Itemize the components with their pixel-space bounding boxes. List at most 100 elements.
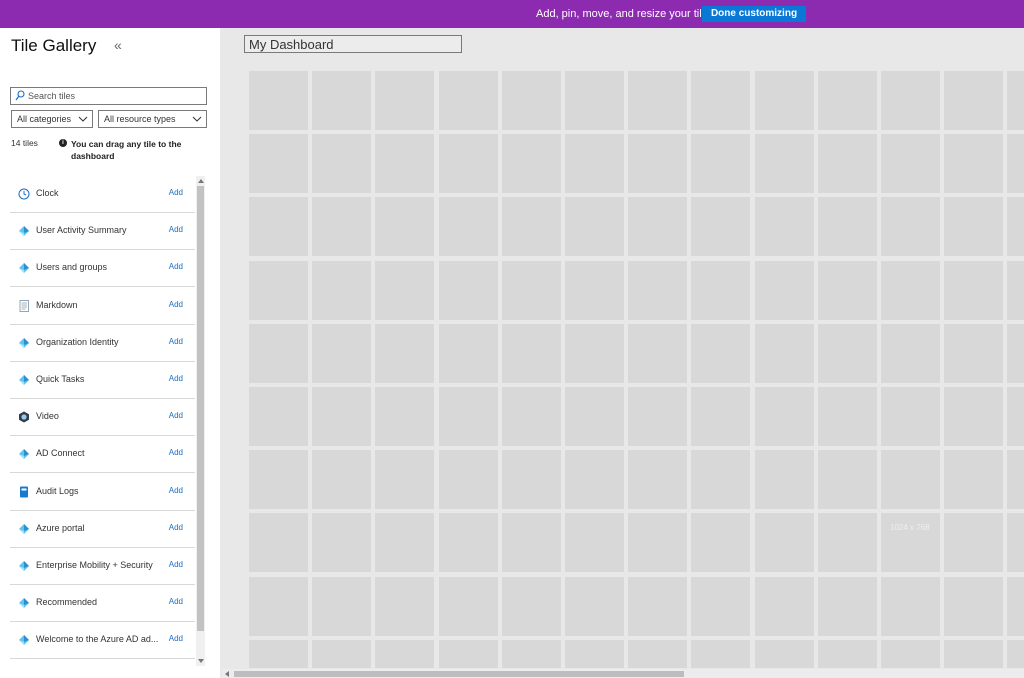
- grid-cell[interactable]: [944, 576, 1004, 636]
- grid-cell[interactable]: [438, 71, 498, 130]
- grid-cell[interactable]: [312, 71, 372, 130]
- grid-cell[interactable]: [881, 639, 940, 668]
- grid-cell[interactable]: [438, 450, 498, 510]
- grid-cell[interactable]: [691, 260, 751, 320]
- grid-cell[interactable]: [501, 260, 561, 320]
- grid-cell[interactable]: [817, 576, 877, 636]
- grid-cell[interactable]: [501, 387, 561, 446]
- scrollbar-thumb[interactable]: [197, 186, 204, 631]
- grid-cell[interactable]: [628, 576, 688, 636]
- grid-cell[interactable]: [249, 639, 308, 668]
- grid-cell[interactable]: [565, 639, 624, 668]
- list-item[interactable]: Video Add: [10, 399, 195, 437]
- grid-cell[interactable]: [944, 134, 1004, 194]
- grid-cell[interactable]: [881, 197, 940, 257]
- grid-cell[interactable]: [944, 323, 1004, 383]
- grid-cell[interactable]: [375, 576, 435, 636]
- grid-cell[interactable]: [565, 260, 624, 320]
- grid-cell[interactable]: [375, 513, 435, 573]
- grid-cell[interactable]: [1007, 576, 1024, 636]
- add-tile-link[interactable]: Add: [169, 560, 183, 569]
- grid-cell[interactable]: [375, 639, 435, 668]
- category-dropdown[interactable]: All categories: [11, 110, 93, 128]
- list-item[interactable]: Users and groups Add: [10, 250, 195, 288]
- list-item[interactable]: Welcome to the Azure AD ad... Add: [10, 622, 195, 660]
- grid-cell[interactable]: [565, 134, 624, 194]
- grid-cell[interactable]: [691, 387, 751, 446]
- list-item[interactable]: Markdown Add: [10, 288, 195, 325]
- list-item[interactable]: Clock Add: [10, 176, 195, 213]
- grid-cell[interactable]: [565, 576, 624, 636]
- grid-cell[interactable]: [754, 639, 814, 668]
- grid-cell[interactable]: [249, 71, 308, 130]
- grid-cell[interactable]: [754, 71, 814, 130]
- grid-cell[interactable]: [754, 576, 814, 636]
- grid-cell[interactable]: [881, 260, 940, 320]
- grid-cell[interactable]: [881, 323, 940, 383]
- grid-cell[interactable]: [565, 323, 624, 383]
- grid-cell[interactable]: [312, 639, 372, 668]
- grid-cell[interactable]: [628, 197, 688, 257]
- grid-cell[interactable]: [438, 134, 498, 194]
- list-item[interactable]: Recommended Add: [10, 585, 195, 623]
- dashboard-horizontal-scrollbar[interactable]: [222, 669, 1024, 678]
- grid-cell[interactable]: [438, 260, 498, 320]
- scroll-up-icon[interactable]: [198, 179, 204, 183]
- grid-cell[interactable]: [565, 197, 624, 257]
- grid-cell[interactable]: [628, 71, 688, 130]
- grid-cell[interactable]: [817, 71, 877, 130]
- grid-cell[interactable]: [312, 134, 372, 194]
- grid-cell[interactable]: [628, 639, 688, 668]
- grid-cell[interactable]: [501, 134, 561, 194]
- grid-cell[interactable]: [817, 323, 877, 383]
- collapse-icon[interactable]: «: [114, 36, 122, 54]
- grid-cell[interactable]: [1007, 639, 1024, 668]
- grid-cell[interactable]: [1007, 134, 1024, 194]
- grid-cell[interactable]: [817, 260, 877, 320]
- grid-cell[interactable]: [312, 323, 372, 383]
- grid-cell[interactable]: [628, 134, 688, 194]
- grid-cell[interactable]: [817, 450, 877, 510]
- grid-cell[interactable]: [691, 197, 751, 257]
- grid-cell[interactable]: [691, 134, 751, 194]
- add-tile-link[interactable]: Add: [169, 374, 183, 383]
- grid-cell[interactable]: [1007, 450, 1024, 510]
- grid-cell[interactable]: [375, 260, 435, 320]
- grid-cell[interactable]: [501, 513, 561, 573]
- list-item[interactable]: Enterprise Mobility + Security Add: [10, 548, 195, 585]
- horizontal-scrollbar-thumb[interactable]: [234, 671, 684, 677]
- grid-cell[interactable]: [501, 197, 561, 257]
- grid-cell[interactable]: [565, 450, 624, 510]
- grid-cell[interactable]: [817, 639, 877, 668]
- grid-cell[interactable]: [944, 387, 1004, 446]
- add-tile-link[interactable]: Add: [169, 448, 183, 457]
- done-customizing-button[interactable]: Done customizing: [702, 6, 806, 22]
- grid-cell[interactable]: [249, 387, 308, 446]
- grid-cell[interactable]: [754, 323, 814, 383]
- grid-cell[interactable]: [438, 197, 498, 257]
- grid-cell[interactable]: [312, 450, 372, 510]
- grid-cell[interactable]: [817, 197, 877, 257]
- grid-cell[interactable]: [1007, 323, 1024, 383]
- grid-cell[interactable]: [628, 323, 688, 383]
- resource-type-dropdown[interactable]: All resource types: [98, 110, 207, 128]
- grid-cell[interactable]: [881, 450, 940, 510]
- grid-cell[interactable]: [691, 513, 751, 573]
- grid-cell[interactable]: [249, 576, 308, 636]
- search-box[interactable]: [10, 87, 207, 105]
- grid-cell[interactable]: [881, 134, 940, 194]
- grid-cell[interactable]: [817, 134, 877, 194]
- list-item[interactable]: User Activity Summary Add: [10, 213, 195, 251]
- grid-cell[interactable]: [1007, 71, 1024, 130]
- grid-cell[interactable]: [881, 576, 940, 636]
- dashboard-title-input[interactable]: My Dashboard: [244, 35, 462, 53]
- grid-cell[interactable]: [881, 71, 940, 130]
- grid-cell[interactable]: [249, 260, 308, 320]
- add-tile-link[interactable]: Add: [169, 225, 183, 234]
- scroll-left-icon[interactable]: [225, 671, 229, 677]
- grid-cell[interactable]: [944, 450, 1004, 510]
- grid-cell[interactable]: [312, 513, 372, 573]
- grid-cell[interactable]: [375, 197, 435, 257]
- grid-cell[interactable]: [628, 450, 688, 510]
- list-item[interactable]: Azure portal Add: [10, 511, 195, 548]
